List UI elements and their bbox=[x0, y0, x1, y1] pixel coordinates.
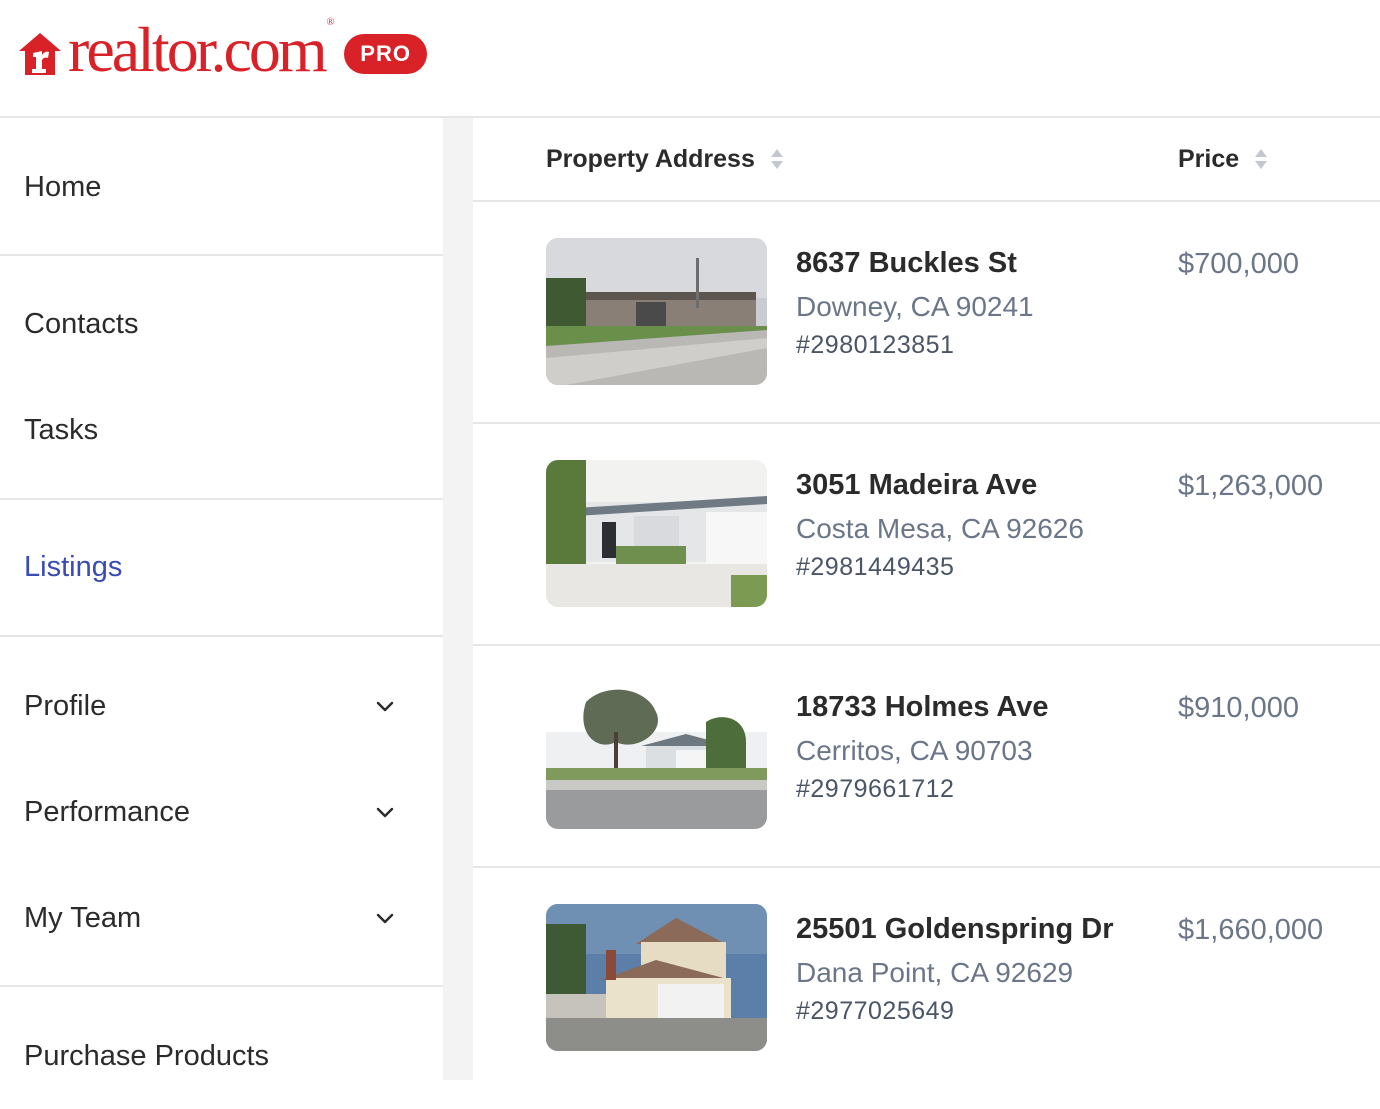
chevron-down-icon[interactable] bbox=[375, 699, 395, 713]
house-logo-icon bbox=[19, 33, 61, 75]
listing-id: #2980123851 bbox=[796, 331, 955, 359]
column-header-label: Property Address bbox=[546, 144, 755, 173]
city-state-zip: Cerritos, CA 90703 bbox=[796, 735, 1033, 766]
sidebar-item-label: Tasks bbox=[24, 413, 99, 446]
table-row[interactable]: 3051 Madeira Ave Costa Mesa, CA 92626 #2… bbox=[473, 424, 1380, 646]
pro-badge: PRO bbox=[344, 34, 427, 74]
house-photo[interactable] bbox=[546, 460, 767, 607]
column-header-property-address[interactable]: Property Address bbox=[546, 118, 785, 200]
table-row[interactable]: 25501 Goldenspring Dr Dana Point, CA 926… bbox=[473, 868, 1380, 1080]
logo-wordmark: realtor.com ® bbox=[68, 14, 335, 85]
sidebar-item-my-team[interactable]: My Team bbox=[0, 865, 443, 971]
sidebar-item-profile[interactable]: Profile bbox=[0, 653, 443, 759]
listing-price: $1,660,000 bbox=[1178, 914, 1324, 946]
sidebar-item-listings[interactable]: Listings bbox=[0, 514, 443, 620]
house-photo[interactable] bbox=[546, 904, 767, 1051]
street-address-link[interactable]: 3051 Madeira Ave bbox=[796, 464, 1084, 506]
property-address: 8637 Buckles St Downey, CA 90241 #298012… bbox=[796, 242, 1034, 360]
listing-price: $1,263,000 bbox=[1178, 470, 1324, 502]
nav-group-listings: Listings bbox=[0, 500, 443, 637]
city-state-zip: Dana Point, CA 92629 bbox=[796, 957, 1074, 988]
house-photo[interactable] bbox=[546, 682, 767, 829]
street-address-link[interactable]: 25501 Goldenspring Dr bbox=[796, 908, 1114, 950]
sidebar-item-tasks[interactable]: Tasks bbox=[0, 377, 443, 483]
sidebar-item-label: Profile bbox=[24, 689, 107, 722]
property-address: 25501 Goldenspring Dr Dana Point, CA 926… bbox=[796, 908, 1114, 1026]
sort-icon[interactable] bbox=[1253, 147, 1269, 171]
sidebar-item-label: Contacts bbox=[24, 307, 139, 340]
nav-group-work: Contacts Tasks bbox=[0, 256, 443, 500]
city-state-zip: Downey, CA 90241 bbox=[796, 291, 1034, 322]
nav-group-account: Profile Performance My Team bbox=[0, 637, 443, 987]
app-header: realtor.com ® PRO bbox=[0, 0, 1380, 118]
table-row[interactable]: 18733 Holmes Ave Cerritos, CA 90703 #297… bbox=[473, 646, 1380, 868]
listing-id: #2979661712 bbox=[796, 775, 955, 803]
sidebar-item-label: Purchase Products bbox=[24, 1039, 270, 1072]
chevron-down-icon[interactable] bbox=[375, 805, 395, 819]
sidebar-item-purchase-products[interactable]: Purchase Products bbox=[0, 1003, 443, 1109]
city-state-zip: Costa Mesa, CA 92626 bbox=[796, 513, 1084, 544]
sidebar-item-label: Home bbox=[24, 170, 102, 203]
sidebar-nav: Home Contacts Tasks Listings Profile Per… bbox=[0, 118, 443, 1080]
table-row[interactable]: 8637 Buckles St Downey, CA 90241 #298012… bbox=[473, 202, 1380, 424]
listing-id: #2981449435 bbox=[796, 553, 955, 581]
property-address: 18733 Holmes Ave Cerritos, CA 90703 #297… bbox=[796, 686, 1049, 804]
listing-price: $910,000 bbox=[1178, 692, 1299, 724]
nav-group-purchase: Purchase Products bbox=[0, 987, 443, 1109]
layout-gutter bbox=[443, 118, 473, 1080]
listings-table: Property Address Price 8637 Buckles St D… bbox=[473, 118, 1380, 1080]
street-address-link[interactable]: 8637 Buckles St bbox=[796, 242, 1034, 284]
table-header: Property Address Price bbox=[473, 118, 1380, 202]
sidebar-item-performance[interactable]: Performance bbox=[0, 759, 443, 865]
listing-id: #2977025649 bbox=[796, 997, 955, 1025]
sort-icon[interactable] bbox=[769, 147, 785, 171]
sidebar-item-label: My Team bbox=[24, 901, 142, 934]
sidebar-item-home[interactable]: Home bbox=[0, 134, 443, 240]
chevron-down-icon[interactable] bbox=[375, 911, 395, 925]
street-address-link[interactable]: 18733 Holmes Ave bbox=[796, 686, 1049, 728]
column-header-price[interactable]: Price bbox=[1178, 118, 1269, 200]
sidebar-item-label: Listings bbox=[24, 550, 123, 583]
sidebar-item-label: Performance bbox=[24, 795, 191, 828]
sidebar-item-contacts[interactable]: Contacts bbox=[0, 271, 443, 377]
realtor-logo[interactable]: realtor.com ® PRO bbox=[18, 14, 427, 94]
column-header-label: Price bbox=[1178, 144, 1240, 173]
house-photo[interactable] bbox=[546, 238, 767, 385]
listing-price: $700,000 bbox=[1178, 248, 1299, 280]
nav-group-home: Home bbox=[0, 118, 443, 256]
property-address: 3051 Madeira Ave Costa Mesa, CA 92626 #2… bbox=[796, 464, 1084, 582]
